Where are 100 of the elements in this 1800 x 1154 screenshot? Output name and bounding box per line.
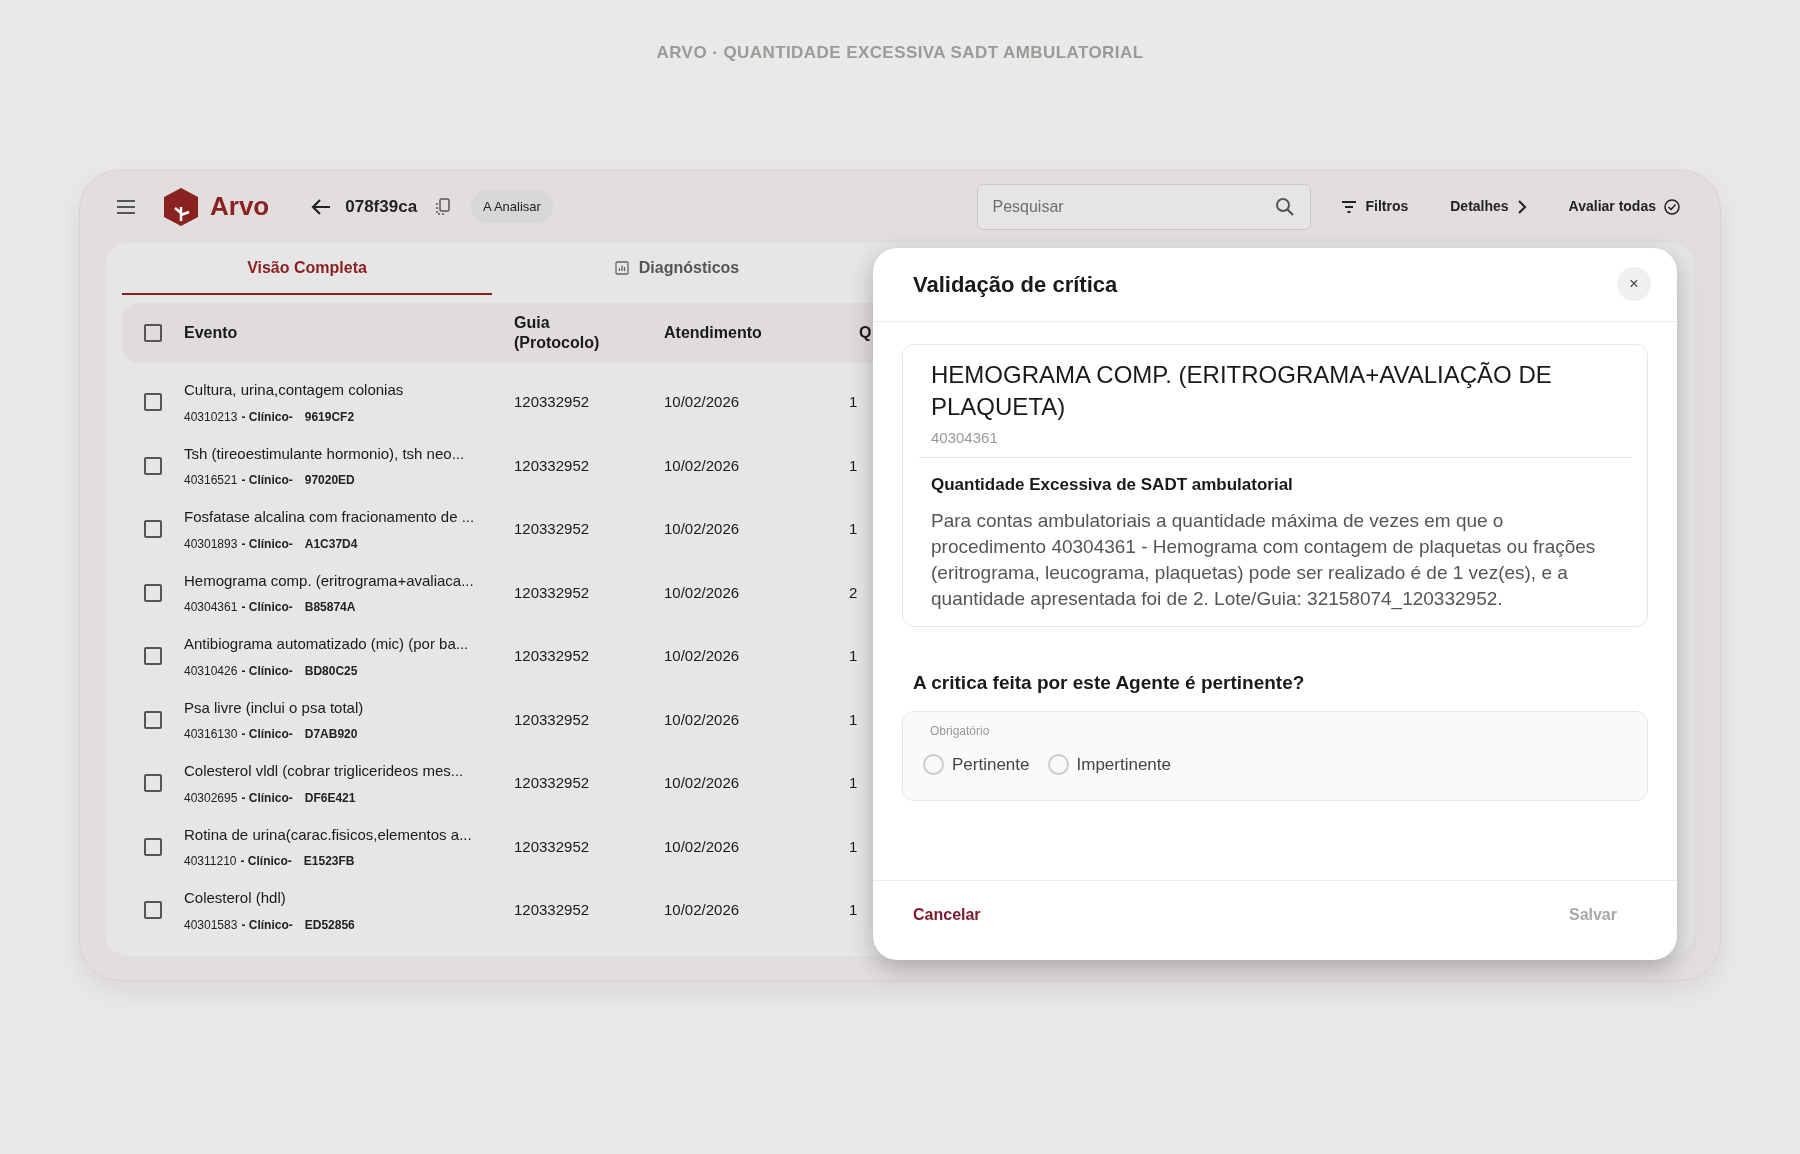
table-cell-text: 10/02/2026 <box>664 646 741 666</box>
event-name: Rotina de urina(carac.fisicos,elementos a... <box>184 824 473 845</box>
event-name: Fosfatase alcalina com fracionamento de ... <box>184 507 476 527</box>
event-name: Tsh (tireoestimulante hormonio), tsh neo... <box>184 443 466 464</box>
checkbox[interactable] <box>144 647 162 666</box>
column-header: Q <box>858 322 873 343</box>
event-name: Colesterol (hdl) <box>184 888 287 908</box>
column-header: Evento <box>184 322 239 343</box>
event-name: Colesterol vldl (cobrar triglicerideos mes... <box>184 761 465 781</box>
column-header: Guia (Protocolo) <box>514 312 601 353</box>
checkbox[interactable] <box>144 901 162 920</box>
table-cell-text: 10/02/2026 <box>664 582 741 603</box>
event-name: Cultura, urina,contagem colonias <box>184 380 405 400</box>
event-ref: B85874A <box>304 599 356 616</box>
event-code: 40301893 <box>184 535 238 553</box>
checkbox[interactable] <box>144 583 162 602</box>
event-category: - Clínico- <box>241 535 293 553</box>
checkbox[interactable] <box>144 323 162 342</box>
close-button[interactable]: × <box>1617 267 1651 301</box>
table-cell-text: 120332952 <box>514 582 591 603</box>
event-category: - Clínico- <box>241 599 293 616</box>
radio-button[interactable] <box>1047 754 1069 776</box>
table-cell-text: 10/02/2026 <box>664 519 741 539</box>
checkbox[interactable] <box>144 774 162 793</box>
event-ref: A1C37D4 <box>304 535 358 553</box>
radio-option[interactable]: Impertinente <box>1047 752 1171 778</box>
tab[interactable]: Visão Completa <box>122 242 492 295</box>
tab[interactable]: Diagnósticos <box>492 242 862 295</box>
table-cell-text: 120332952 <box>514 836 591 857</box>
event-category: - Clínico- <box>241 408 293 426</box>
table-cell-text: 10/02/2026 <box>664 773 741 793</box>
event-category: - Clínico- <box>240 853 292 870</box>
page-caption: ARVO · QUANTIDADE EXCESSIVA SADT AMBULATORIAL <box>656 42 1144 64</box>
event-ref: D7AB920 <box>304 726 358 743</box>
checkbox[interactable] <box>144 456 162 475</box>
table-cell-text: 2 <box>849 582 859 603</box>
table-cell-text: 120332952 <box>514 900 591 920</box>
event-name: Antibiograma automatizado (mic) (por ba... <box>184 634 470 654</box>
table-cell-text: 1 <box>849 836 859 857</box>
table-cell-text: 120332952 <box>514 773 591 793</box>
checkbox[interactable] <box>144 710 162 729</box>
back-arrow-icon[interactable] <box>311 197 332 216</box>
table-cell-text: 120332952 <box>514 519 591 539</box>
table-cell-text: 10/02/2026 <box>664 900 741 920</box>
procedure-name: HEMOGRAMA COMP. (ERITROGRAMA+AVALIAÇÃO DE PLAQUETA) <box>931 359 1553 422</box>
table-cell-text: 1 <box>849 709 859 730</box>
filter-icon <box>1341 200 1358 213</box>
event-code: 40316521 <box>184 472 238 489</box>
procedure-code: 40304361 <box>931 427 999 448</box>
event-ref: DF6E421 <box>304 789 356 807</box>
event-name: Psa livre (inclui o psa total) <box>184 697 365 718</box>
action-button[interactable]: Detalhes <box>1450 196 1527 217</box>
radio-button[interactable] <box>923 754 944 776</box>
event-category: - Clínico- <box>241 726 293 743</box>
radio-option[interactable]: Pertinente <box>923 752 1030 778</box>
record-id: 078f39ca <box>345 195 418 218</box>
dialog-title: Validação de crítica <box>913 270 1118 299</box>
event-ref: ED52856 <box>304 916 355 934</box>
action-button[interactable]: Avaliar todas <box>1568 196 1680 217</box>
event-code: 40311210 <box>184 853 237 870</box>
table-cell-text: 10/02/2026 <box>664 392 741 412</box>
event-code: 40304361 <box>184 599 238 616</box>
event-name: Hemograma comp. (eritrograma+avaliaca... <box>184 570 475 591</box>
event-ref: 97020ED <box>304 472 355 489</box>
event-code: 40310426 <box>184 662 238 680</box>
chevron-right-icon <box>1516 198 1527 215</box>
search-icon[interactable] <box>1275 196 1296 217</box>
table-cell-text: 1 <box>849 900 859 920</box>
checkbox[interactable] <box>144 520 162 539</box>
cancel-button[interactable]: Cancelar <box>913 903 981 927</box>
table-cell-text: 1 <box>849 773 859 793</box>
event-ref: BD80C25 <box>304 662 358 680</box>
required-label: Obrigatório <box>929 723 991 740</box>
search-field[interactable]: Pesquisar <box>977 183 1312 230</box>
status-badge: A Analisar <box>471 189 553 224</box>
table-cell-text: 1 <box>849 392 859 412</box>
event-code: 40310213 <box>184 408 238 426</box>
table-cell-text: 1 <box>849 646 859 666</box>
menu-icon[interactable] <box>116 198 136 215</box>
question-text: A critica feita por este Agente é pertinente? <box>912 670 1306 695</box>
rule-description: Para contas ambulatoriais a quantidade máxima de vezes em que o procedimento 40304361 - Hemograma com contagem de plaquetas ou frações (eritrograma, leucograma, plaquetas) pode ser realizado é de 1 vez(es), e a quantidade apresentada foi de 2. Lote/Guia: 32158074_120332952. <box>931 508 1597 612</box>
table-cell-text: 120332952 <box>514 392 591 412</box>
brand-name: Arvo <box>210 190 270 223</box>
table-cell-text: 1 <box>849 519 859 539</box>
table-cell-text: 10/02/2026 <box>664 455 741 476</box>
table-cell-text: 10/02/2026 <box>664 709 741 730</box>
event-code: 40301583 <box>184 916 238 934</box>
checkbox[interactable] <box>144 393 162 412</box>
logo-icon <box>162 186 200 227</box>
checkbox[interactable] <box>144 837 162 856</box>
event-ref: E1523FB <box>303 853 355 870</box>
copy-icon[interactable] <box>435 197 452 216</box>
rule-title: Quantidade Excessiva de SADT ambulatorial <box>931 474 1294 496</box>
event-ref: 9619CF2 <box>304 408 355 426</box>
table-cell-text: 10/02/2026 <box>664 836 741 857</box>
table-cell-text: 120332952 <box>514 646 591 666</box>
check-circle-icon <box>1664 198 1680 215</box>
event-category: - Clínico- <box>241 472 293 489</box>
action-button[interactable]: Filtros <box>1341 196 1409 217</box>
event-category: - Clínico- <box>241 789 293 807</box>
